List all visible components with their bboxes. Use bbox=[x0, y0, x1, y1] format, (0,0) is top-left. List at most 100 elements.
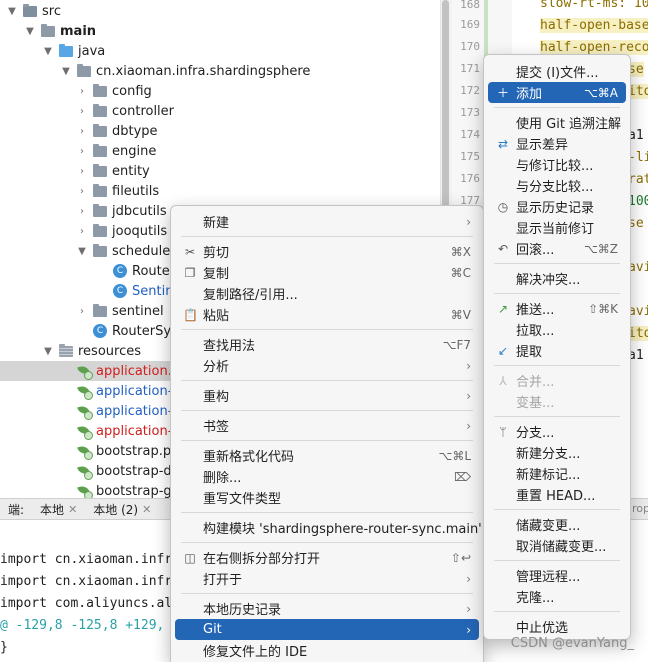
git-item-reset-head[interactable]: 重置 HEAD... bbox=[488, 484, 626, 505]
chevron-right-icon[interactable]: › bbox=[76, 306, 88, 317]
chevron-right-icon[interactable]: › bbox=[76, 226, 88, 237]
git-item-annotate[interactable]: 使用 Git 追溯注解 bbox=[488, 112, 626, 133]
git-item-show-diff[interactable]: ⇄ 显示差异 bbox=[488, 133, 626, 154]
menu-item-paste[interactable]: 📋 粘贴 ⌘V bbox=[175, 304, 479, 325]
tab-local-2[interactable]: 本地 (2) ✕ bbox=[85, 501, 159, 518]
spring-config-icon bbox=[76, 404, 93, 420]
git-item-unstash[interactable]: 取消储藏变更... bbox=[488, 535, 626, 556]
git-item-compare-branch[interactable]: 与分支比较... bbox=[488, 175, 626, 196]
chevron-right-icon: › bbox=[466, 418, 471, 433]
git-item-fetch[interactable]: ↙ 提取 bbox=[488, 340, 626, 361]
menu-item-git[interactable]: Git › bbox=[175, 619, 479, 640]
git-item-commit[interactable]: 提交 (I)文件... bbox=[488, 61, 626, 82]
push-icon: ↗ bbox=[497, 301, 509, 316]
tree-row-config[interactable]: › config bbox=[0, 81, 440, 101]
code-line: half-open-reco bbox=[540, 40, 648, 55]
tree-label: resources bbox=[78, 343, 142, 359]
tree-row-entity[interactable]: › entity bbox=[0, 161, 440, 181]
git-item-stash[interactable]: 储藏变更... bbox=[488, 514, 626, 535]
tree-label: src bbox=[42, 3, 61, 19]
tree-row-src[interactable]: ▼ src bbox=[0, 1, 440, 21]
tree-label: sentinel bbox=[112, 303, 164, 319]
line-number: 173 bbox=[460, 106, 480, 119]
menu-item-reformat[interactable]: 重新格式化代码 ⌥⌘L bbox=[175, 445, 479, 466]
menu-separator bbox=[494, 560, 620, 561]
git-item-push[interactable]: ↗ 推送... ⇧⌘K bbox=[488, 298, 626, 319]
menu-item-open-in[interactable]: 打开于 › bbox=[175, 568, 479, 589]
menu-item-analyze[interactable]: 分析 › bbox=[175, 355, 479, 376]
chevron-right-icon[interactable]: › bbox=[76, 206, 88, 217]
branch-icon: ᛘ bbox=[499, 424, 507, 439]
git-item-pull[interactable]: 拉取... bbox=[488, 319, 626, 340]
git-item-branches[interactable]: ᛘ 分支... bbox=[488, 421, 626, 442]
git-item-resolve-conflicts[interactable]: 解决冲突... bbox=[488, 268, 626, 289]
chevron-right-icon[interactable]: › bbox=[76, 126, 88, 137]
resources-folder-icon bbox=[58, 344, 74, 358]
chevron-down-icon[interactable]: ▼ bbox=[24, 26, 36, 37]
git-item-compare-revision[interactable]: 与修订比较... bbox=[488, 154, 626, 175]
close-icon[interactable]: ✕ bbox=[142, 503, 151, 516]
menu-item-copy-path[interactable]: 复制路径/引用... bbox=[175, 283, 479, 304]
menu-separator bbox=[494, 365, 620, 366]
git-item-show-history[interactable]: ◷ 显示历史记录 bbox=[488, 196, 626, 217]
menu-item-build-module[interactable]: 构建模块 'shardingsphere-router-sync.main' bbox=[175, 517, 482, 538]
tree-label: application-g bbox=[96, 403, 181, 419]
chevron-right-icon[interactable]: › bbox=[76, 86, 88, 97]
menu-item-copy[interactable]: ❐ 复制 ⌘C bbox=[175, 262, 479, 283]
folder-icon bbox=[92, 184, 108, 198]
chevron-down-icon[interactable]: ▼ bbox=[60, 66, 72, 77]
tree-label: entity bbox=[112, 163, 150, 179]
git-item-add[interactable]: ＋添加 ⌥⌘A bbox=[488, 82, 626, 103]
git-item-rollback[interactable]: ↶ 回滚... ⌥⌘Z bbox=[488, 238, 626, 259]
menu-item-open-split-right[interactable]: ◫ 在右侧拆分部分打开 ⇧↩ bbox=[175, 547, 479, 568]
tab-local[interactable]: 本地 ✕ bbox=[32, 501, 85, 518]
menu-item-local-history[interactable]: 本地历史记录 › bbox=[175, 598, 479, 619]
tree-row-main[interactable]: ▼ main bbox=[0, 21, 440, 41]
menu-item-repair-ide[interactable]: 修复文件上的 IDE bbox=[175, 640, 479, 661]
tree-row-fileutils[interactable]: › fileutils bbox=[0, 181, 440, 201]
line-number: 176 bbox=[460, 172, 480, 185]
chevron-right-icon[interactable]: › bbox=[76, 106, 88, 117]
git-item-abort-cherry-pick[interactable]: 中止优选 bbox=[488, 616, 626, 637]
tree-row-package[interactable]: ▼ cn.xiaoman.infra.shardingsphere bbox=[0, 61, 440, 81]
git-item-merge[interactable]: ⅄ 合并... bbox=[488, 370, 626, 391]
git-item-rebase[interactable]: 变基... bbox=[488, 391, 626, 412]
menu-item-delete[interactable]: 删除... ⌦ bbox=[175, 466, 479, 487]
chevron-right-icon[interactable]: › bbox=[76, 146, 88, 157]
code-line: rat bbox=[628, 172, 648, 187]
git-item-clone[interactable]: 克隆... bbox=[488, 586, 626, 607]
chevron-right-icon[interactable]: › bbox=[76, 166, 88, 177]
git-item-manage-remotes[interactable]: 管理远程... bbox=[488, 565, 626, 586]
tree-row-controller[interactable]: › controller bbox=[0, 101, 440, 121]
line-number: 175 bbox=[460, 150, 480, 163]
paste-icon: 📋 bbox=[183, 307, 198, 322]
menu-item-new[interactable]: 新建 › bbox=[175, 211, 479, 232]
git-item-new-branch[interactable]: 新建分支... bbox=[488, 442, 626, 463]
chevron-down-icon[interactable]: ▼ bbox=[42, 346, 54, 357]
chevron-right-icon: › bbox=[466, 388, 471, 403]
chevron-down-icon[interactable]: ▼ bbox=[76, 246, 88, 257]
chevron-right-icon: › bbox=[466, 214, 471, 229]
tree-row-dbtype[interactable]: › dbtype bbox=[0, 121, 440, 141]
tree-row-engine[interactable]: › engine bbox=[0, 141, 440, 161]
chevron-right-icon[interactable]: › bbox=[76, 186, 88, 197]
tree-row-java[interactable]: ▼ java bbox=[0, 41, 440, 61]
git-item-show-current-revision[interactable]: 显示当前修订 bbox=[488, 217, 626, 238]
chevron-down-icon[interactable]: ▼ bbox=[42, 46, 54, 57]
tree-scrollbar-thumb[interactable] bbox=[442, 0, 449, 230]
menu-item-cut[interactable]: ✂ 剪切 ⌘X bbox=[175, 241, 479, 262]
terminal-line: import cn.xiaoman.infr bbox=[0, 552, 173, 567]
tree-label: cn.xiaoman.infra.shardingsphere bbox=[96, 63, 311, 79]
spring-config-icon bbox=[76, 464, 93, 480]
menu-item-find-usages[interactable]: 查找用法 ⌥F7 bbox=[175, 334, 479, 355]
folder-icon bbox=[92, 304, 108, 318]
menu-item-bookmarks[interactable]: 书签 › bbox=[175, 415, 479, 436]
terminal-line: } bbox=[0, 640, 8, 655]
menu-item-refactor[interactable]: 重构 › bbox=[175, 385, 479, 406]
close-icon[interactable]: ✕ bbox=[68, 503, 77, 516]
git-item-new-tag[interactable]: 新建标记... bbox=[488, 463, 626, 484]
tree-label: config bbox=[112, 83, 152, 99]
chevron-down-icon[interactable]: ▼ bbox=[6, 6, 18, 17]
git-submenu: 提交 (I)文件... ＋添加 ⌥⌘A 使用 Git 追溯注解 ⇄ 显示差异 与修订… bbox=[483, 54, 631, 640]
menu-item-override-file-type[interactable]: 重写文件类型 bbox=[175, 487, 479, 508]
